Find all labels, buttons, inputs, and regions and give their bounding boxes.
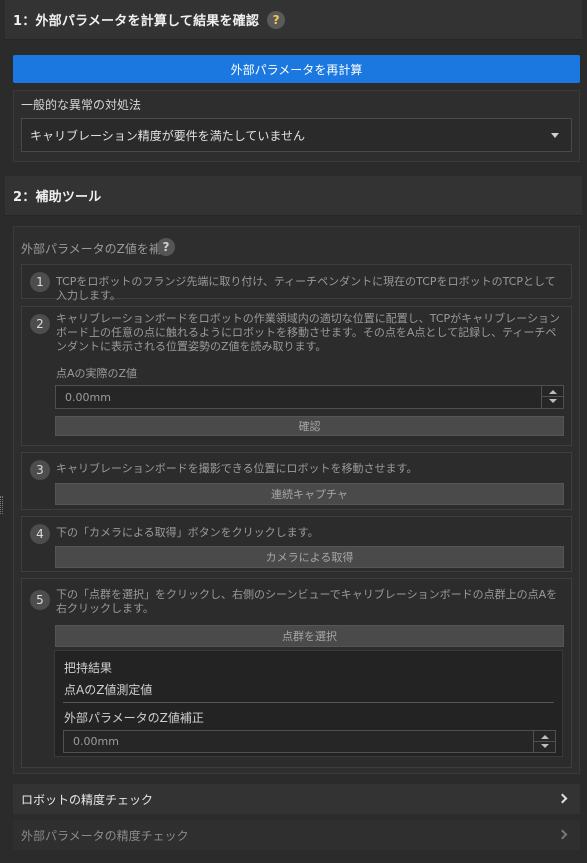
arrow-down-icon[interactable] [541, 744, 549, 748]
common-issues-label: 一般的な異常の対処法 [21, 98, 142, 112]
issue-select[interactable]: キャリブレーション精度が要件を満たしていません [21, 118, 572, 152]
arrow-up-icon[interactable] [541, 735, 549, 739]
confirm-button[interactable]: 確認 [55, 416, 564, 436]
robot-accuracy-check-row[interactable]: ロボットの精度チェック [13, 784, 580, 814]
actual-z-label: 点Aの実際のZ値 [56, 367, 138, 380]
z-correction-value: 0.00mm [73, 735, 119, 748]
extrinsic-accuracy-check-row[interactable]: 外部パラメータの精度チェック [13, 820, 580, 850]
arrow-down-icon[interactable] [549, 399, 557, 403]
recalculate-extrinsics-button[interactable]: 外部パラメータを再計算 [13, 55, 580, 83]
extrinsic-accuracy-label: 外部パラメータの精度チェック [21, 828, 189, 843]
result-title: 把持結果 [64, 661, 113, 675]
select-point-cloud-button[interactable]: 点群を選択 [55, 625, 564, 647]
z-correction-label: 外部パラメータのZ値を補正 [21, 242, 173, 256]
step-2-text: キャリブレーションボードをロボットの作業領域内の適切な位置に配置し、TCPがキャ… [56, 312, 560, 353]
grasp-result-box: 把持結果 点AのZ値測定値 外部パラメータのZ値補正 0.00mm [54, 650, 563, 757]
divider [542, 396, 563, 397]
chevron-right-icon [557, 829, 568, 840]
section1-header: 1：外部パラメータを計算して結果を確認 ? [5, 0, 582, 40]
actual-z-value: 0.00mm [65, 390, 111, 404]
calibration-panel: 1：外部パラメータを計算して結果を確認 ? 外部パラメータを再計算 一般的な異常… [0, 0, 587, 863]
issue-select-value: キャリブレーション精度が要件を満たしていません [30, 128, 306, 143]
step-1-card: 1 TCPをロボットのフランジ先端に取り付け、ティーチペンダントに現在のTCPを… [21, 264, 572, 302]
step-2-card: 2 キャリブレーションボードをロボットの作業領域内の適切な位置に配置し、TCPが… [21, 306, 572, 446]
chevron-right-icon [557, 793, 568, 804]
step-number: 4 [30, 524, 50, 544]
actual-z-input[interactable]: 0.00mm [55, 385, 564, 409]
arrow-up-icon[interactable] [549, 390, 557, 394]
camera-capture-button[interactable]: カメラによる取得 [55, 546, 564, 568]
section2-header: 2：補助ツール [5, 176, 582, 216]
spin-buttons[interactable] [533, 731, 555, 752]
section2-title: 2：補助ツール [13, 190, 102, 205]
divider [63, 702, 554, 703]
step-4-card: 4 下の「カメラによる取得」ボタンをクリックします。 カメラによる取得 [21, 516, 572, 572]
chevron-down-icon [551, 133, 559, 138]
measured-z-label: 点AのZ値測定値 [64, 683, 153, 697]
step-3-card: 3 キャリブレーションボードを撮影できる位置にロボットを移動させます。 連続キャ… [21, 452, 572, 510]
resize-grip[interactable] [0, 496, 3, 514]
step-number: 2 [30, 314, 50, 334]
z-correction-input[interactable]: 0.00mm [63, 730, 556, 753]
spin-buttons[interactable] [541, 386, 563, 408]
step-number: 1 [30, 272, 50, 292]
step-4-text: 下の「カメラによる取得」ボタンをクリックします。 [56, 526, 319, 539]
help-icon[interactable]: ? [157, 238, 175, 256]
divider [534, 741, 555, 742]
section1-title: 1：外部パラメータを計算して結果を確認 [13, 14, 260, 29]
step-number: 5 [30, 590, 50, 610]
step-number: 3 [30, 460, 50, 480]
step-5-text: 下の「点群を選択」をクリックし、右側のシーンビューでキャリブレーションボードの点… [56, 588, 558, 615]
continuous-capture-button[interactable]: 連続キャプチャ [55, 483, 564, 505]
help-icon[interactable]: ? [267, 10, 286, 29]
step-3-text: キャリブレーションボードを撮影できる位置にロボットを移動させます。 [56, 462, 418, 475]
correction-label: 外部パラメータのZ値補正 [64, 711, 204, 725]
step-1-text: TCPをロボットのフランジ先端に取り付け、ティーチペンダントに現在のTCPをロボ… [56, 275, 556, 302]
robot-accuracy-label: ロボットの精度チェック [21, 792, 154, 807]
